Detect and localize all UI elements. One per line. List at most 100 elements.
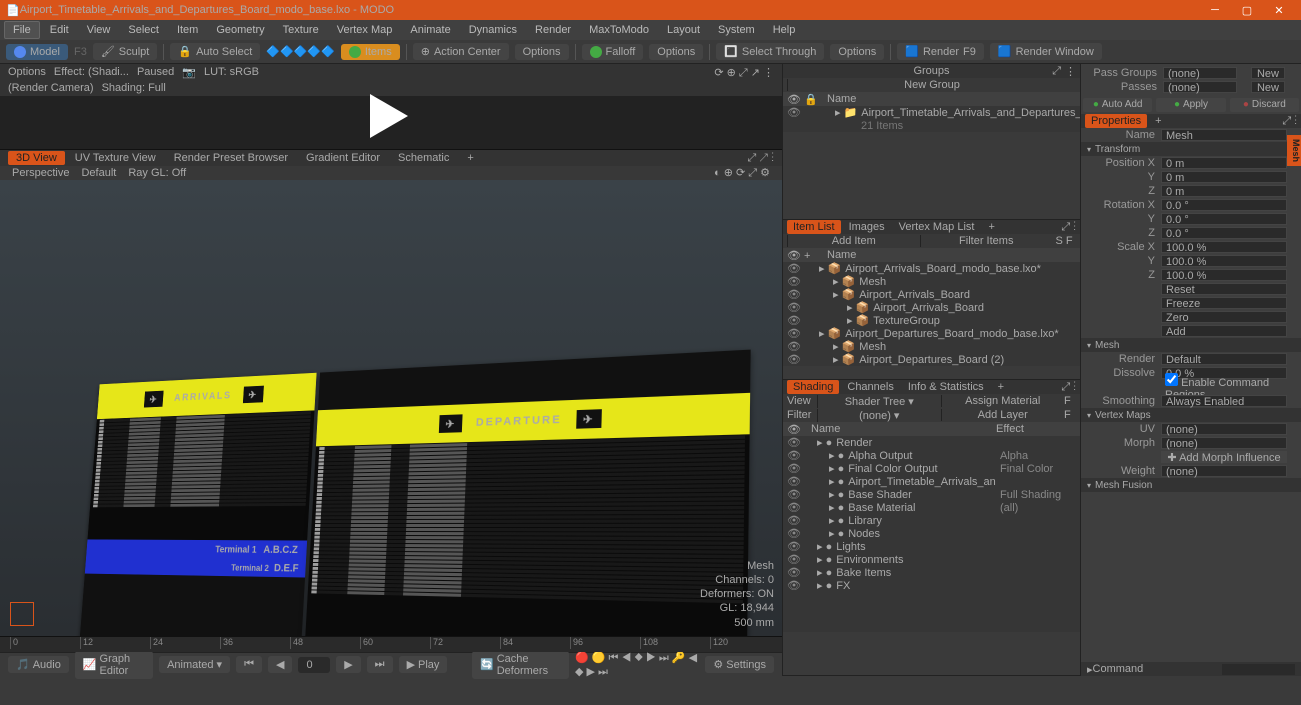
grapheditor-button[interactable]: 📈 Graph Editor [75,651,153,679]
menu-animate[interactable]: Animate [402,22,458,38]
additem-button[interactable]: Add Item [787,235,920,247]
cache-button[interactable]: 🔄 Cache Deformers [472,651,569,679]
enablecmd-checkbox[interactable] [1165,373,1178,386]
newgroup-button[interactable]: New Group [787,79,1076,91]
posy-field[interactable]: 0 m [1161,171,1287,183]
rotx-field[interactable]: 0.0 ° [1161,199,1287,211]
scly-field[interactable]: 100.0 % [1161,255,1287,267]
menu-edit[interactable]: Edit [42,22,77,38]
tab-itemlist[interactable]: Item List [787,220,841,234]
menu-layout[interactable]: Layout [659,22,708,38]
zero-button[interactable]: Zero [1161,311,1287,323]
freeze-button[interactable]: Freeze [1161,297,1287,309]
morph-dropdown[interactable]: (none) [1161,437,1287,449]
weight-dropdown[interactable]: (none) [1161,465,1287,477]
tab-3dview[interactable]: 3D View [8,151,65,165]
preview-effect[interactable]: Effect: (Shadi... [54,66,129,78]
addlayer-button[interactable]: Add Layer [941,409,1065,421]
viewport-nav-icons[interactable]: ◐ ⊕ ⟳ ⤢ ⚙ [714,166,770,180]
preview-control-icon[interactable]: ⟳ ⊕ ⤢ ↗ ⋮ [714,66,774,80]
play-icon[interactable] [370,94,408,138]
menu-geometry[interactable]: Geometry [208,22,272,38]
close-button[interactable]: ✕ [1263,0,1295,20]
viewport-controls-icon[interactable]: ⤢ ↗ ⋮ [748,152,774,165]
settings-button[interactable]: ⚙ Settings [705,656,774,673]
menu-dynamics[interactable]: Dynamics [461,22,525,38]
transform-section[interactable]: Transform [1081,142,1301,156]
tab-shading[interactable]: Shading [787,380,839,394]
goto-end-button[interactable]: ⏭ [367,656,393,673]
tab-add[interactable]: + [992,380,1010,394]
options-button-3[interactable]: Options [830,44,884,60]
menu-view[interactable]: View [79,22,119,38]
smoothing-dropdown[interactable]: Always Enabled [1161,395,1287,407]
tab-add[interactable]: + [982,220,1000,234]
preview-options[interactable]: Options [8,66,46,78]
menu-help[interactable]: Help [765,22,804,38]
expand-icon[interactable]: ⤢ [1052,65,1061,78]
shader-row[interactable]: 👁▸ ●Airport_Timetable_Arrivals_and_Depar… [783,475,1080,488]
tab-images[interactable]: Images [843,220,891,234]
add-button[interactable]: Add [1161,325,1287,337]
passgroups-dropdown[interactable]: (none) [1163,67,1237,79]
autoselect-button[interactable]: 🔒 Auto Select [170,43,260,60]
meshfusion-section[interactable]: Mesh Fusion [1081,478,1301,492]
shader-row[interactable]: 👁▸ ●FX [783,579,1080,592]
step-fwd-button[interactable]: ▶ [336,656,360,673]
name-field[interactable]: Mesh [1161,129,1287,141]
shader-row[interactable]: 👁▸ ●Alpha OutputAlpha [783,449,1080,462]
posz-field[interactable]: 0 m [1161,185,1287,197]
menu-vertexmap[interactable]: Vertex Map [329,22,401,38]
sculpt-mode-button[interactable]: 🖌 Sculpt [93,43,158,60]
preview-lut[interactable]: LUT: sRGB [204,66,259,78]
actioncenter-button[interactable]: ⊕ Action Center [413,43,509,60]
shader-row[interactable]: 👁▸ ●Nodes [783,527,1080,540]
menu-select[interactable]: Select [120,22,167,38]
menu-render[interactable]: Render [527,22,579,38]
menu-system[interactable]: System [710,22,763,38]
shader-row[interactable]: 👁▸ ●Base ShaderFull Shading [783,488,1080,501]
shader-row[interactable]: 👁▸ ●Lights [783,540,1080,553]
preview-shading[interactable]: Shading: Full [102,82,166,94]
options-button-1[interactable]: Options [515,44,569,60]
item-row[interactable]: 👁▸ 📦Airport_Departures_Board_modo_base.l… [783,327,1080,340]
maximize-button[interactable]: ▢ [1231,0,1263,20]
axis-gizmo-icon[interactable] [10,602,34,626]
uv-dropdown[interactable]: (none) [1161,423,1287,435]
options-button-2[interactable]: Options [649,44,703,60]
tab-gradient[interactable]: Gradient Editor [298,151,388,165]
filter-dropdown[interactable]: (none) ▾ [817,409,941,422]
render-button[interactable]: 🟦 Render F9 [897,43,984,60]
tab-vertexmaplist[interactable]: Vertex Map List [893,220,981,234]
model-mode-button[interactable]: Model [6,44,68,60]
filteritems-input[interactable]: Filter Items [920,235,1053,247]
tab-properties[interactable]: Properties [1085,114,1147,128]
selectthrough-button[interactable]: 🔳 Select Through [716,43,824,60]
addmorph-button[interactable]: ✚ Add Morph Influence [1161,451,1287,463]
item-row[interactable]: 👁▸ 📦Airport_Arrivals_Board [783,288,1080,301]
shader-row[interactable]: 👁▸ ●Bake Items [783,566,1080,579]
menu-maxtomodo[interactable]: MaxToModo [581,22,657,38]
items-mode-button[interactable]: Items [341,44,400,60]
apply-button[interactable]: Apply [1156,98,1225,112]
goto-start-button[interactable]: ⏮ [236,656,262,673]
tab-channels[interactable]: Channels [841,380,899,394]
vertexmaps-section[interactable]: Vertex Maps [1081,408,1301,422]
step-back-button[interactable]: ◀ [268,656,292,673]
shader-row[interactable]: 👁▸ ●Environments [783,553,1080,566]
shader-row[interactable]: 👁▸ ●Library [783,514,1080,527]
sclz-field[interactable]: 100.0 % [1161,269,1287,281]
tab-add[interactable]: + [459,151,481,165]
autoadd-button[interactable]: Auto Add [1083,98,1152,112]
renderwindow-button[interactable]: 🟦 Render Window [990,43,1102,60]
command-input[interactable] [1222,664,1295,675]
mesh-section[interactable]: Mesh [1081,338,1301,352]
item-row[interactable]: 👁▸ 📦Airport_Arrivals_Board [783,301,1080,314]
falloff-button[interactable]: Falloff [582,44,644,60]
rotz-field[interactable]: 0.0 ° [1161,227,1287,239]
new-button-2[interactable]: New [1251,81,1285,93]
render-preview[interactable]: Options Effect: (Shadi... Paused 📷 LUT: … [0,64,782,150]
tab-info[interactable]: Info & Statistics [902,380,990,394]
group-row[interactable]: 👁▸ 📁Airport_Timetable_Arrivals_and_Depar… [783,106,1080,119]
render-dropdown[interactable]: Default [1161,353,1287,365]
